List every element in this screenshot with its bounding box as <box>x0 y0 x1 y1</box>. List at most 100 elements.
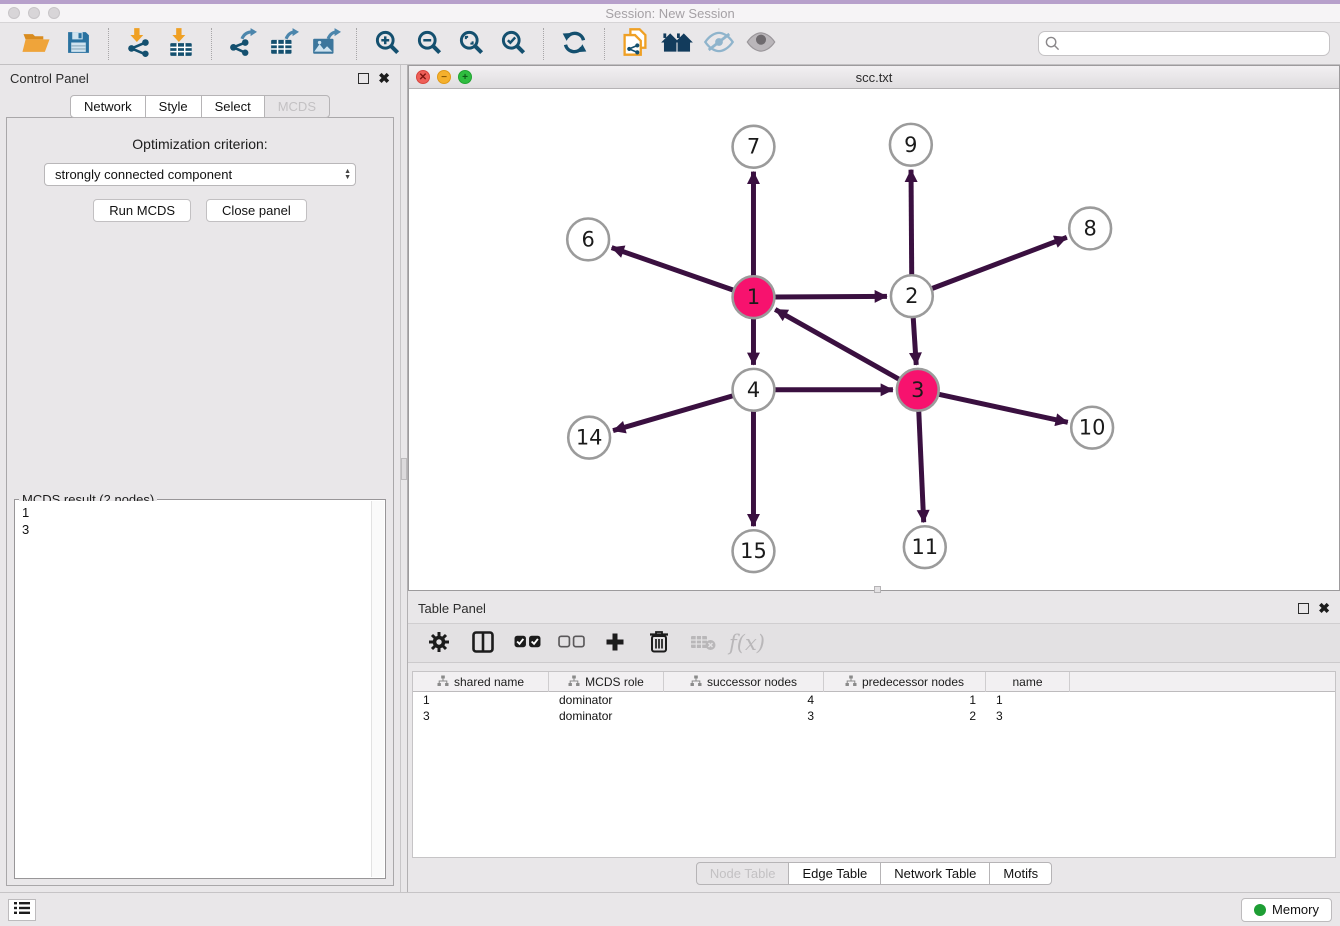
table-cell[interactable]: dominator <box>549 692 664 708</box>
table-cell[interactable]: 3 <box>413 708 549 724</box>
deselect-all-columns-button[interactable] <box>554 627 588 659</box>
show-all-button[interactable] <box>743 27 779 61</box>
graph-node-10[interactable]: 10 <box>1071 406 1113 448</box>
svg-text:15: 15 <box>740 539 767 563</box>
graph-node-4[interactable]: 4 <box>733 368 775 410</box>
graph-node-9[interactable]: 9 <box>890 123 932 165</box>
toolbar-separator <box>604 28 605 60</box>
table-cell[interactable]: dominator <box>549 708 664 724</box>
table-settings-button[interactable] <box>422 627 456 659</box>
tab-network-table[interactable]: Network Table <box>880 862 990 885</box>
close-panel-button[interactable]: Close panel <box>206 199 307 222</box>
close-panel-icon[interactable]: ✖ <box>378 73 390 84</box>
minimize-window-button[interactable] <box>28 7 40 19</box>
run-mcds-button[interactable]: Run MCDS <box>93 199 191 222</box>
create-column-button[interactable] <box>598 627 632 659</box>
hide-selected-button[interactable] <box>701 27 737 61</box>
gear-icon <box>428 631 450 656</box>
clone-network-button[interactable] <box>617 27 653 61</box>
panel-splitter[interactable] <box>400 65 408 892</box>
graph-node-3[interactable]: 3 <box>897 368 939 410</box>
graph-node-7[interactable]: 7 <box>733 125 775 167</box>
zoom-out-button[interactable] <box>411 27 447 61</box>
column-header-MCDS-role[interactable]: MCDS role <box>549 672 664 692</box>
zoom-fit-button[interactable] <box>453 27 489 61</box>
graph-node-15[interactable]: 15 <box>733 530 775 572</box>
select-all-columns-button[interactable] <box>510 627 544 659</box>
frame-close-button[interactable]: ✕ <box>416 70 430 84</box>
search-input[interactable] <box>1038 31 1330 56</box>
edge-3-10[interactable] <box>938 394 1068 422</box>
maximize-window-button[interactable] <box>48 7 60 19</box>
network-window-titlebar[interactable]: ✕ − + scc.txt <box>409 66 1339 89</box>
mcds-result-list[interactable]: 13 <box>16 501 371 877</box>
edge-4-14[interactable] <box>613 395 733 430</box>
column-header-name[interactable]: name <box>986 672 1070 692</box>
graph-node-14[interactable]: 14 <box>568 416 610 458</box>
show-column-panel-button[interactable] <box>466 627 500 659</box>
float-panel-icon[interactable] <box>358 73 369 84</box>
edge-1-6[interactable] <box>612 247 734 290</box>
delete-column-button[interactable] <box>642 627 676 659</box>
result-item[interactable]: 3 <box>22 521 365 538</box>
edge-3-1[interactable] <box>775 309 899 379</box>
graph-node-11[interactable]: 11 <box>904 526 946 568</box>
column-header-predecessor-nodes[interactable]: predecessor nodes <box>824 672 986 692</box>
column-header-successor-nodes[interactable]: successor nodes <box>664 672 824 692</box>
svg-text:1: 1 <box>747 285 760 309</box>
edge-1-2[interactable] <box>774 296 887 297</box>
table-cell[interactable]: 1 <box>824 692 986 708</box>
frame-minimize-button[interactable]: − <box>437 70 451 84</box>
close-window-button[interactable] <box>8 7 20 19</box>
export-network-button[interactable] <box>224 27 260 61</box>
refresh-button[interactable] <box>556 27 592 61</box>
control-panel: Control Panel ✖ NetworkStyleSelectMCDS O… <box>0 65 400 892</box>
float-panel-icon[interactable] <box>1298 603 1309 614</box>
tab-network[interactable]: Network <box>70 95 146 118</box>
table-row[interactable]: 1dominator411 <box>413 692 1335 708</box>
memory-label: Memory <box>1272 902 1319 917</box>
graph-node-8[interactable]: 8 <box>1069 207 1111 249</box>
tree-sort-icon <box>437 675 449 690</box>
export-image-button[interactable] <box>308 27 344 61</box>
network-canvas[interactable]: 7 9 6 8 1 2 4 3 14 10 15 11 <box>409 89 1339 590</box>
graph-node-1[interactable]: 1 <box>733 276 775 318</box>
tab-motifs[interactable]: Motifs <box>989 862 1052 885</box>
table-cell[interactable]: 1 <box>986 692 1070 708</box>
import-table-button[interactable] <box>163 27 199 61</box>
table-cell[interactable]: 1 <box>413 692 549 708</box>
close-panel-icon[interactable]: ✖ <box>1318 603 1330 614</box>
task-history-button[interactable] <box>8 899 36 921</box>
zoom-selected-button[interactable] <box>495 27 531 61</box>
zoom-in-button[interactable] <box>369 27 405 61</box>
graph-node-6[interactable]: 6 <box>567 218 609 260</box>
edge-3-11[interactable] <box>919 410 924 522</box>
toolbar-separator <box>356 28 357 60</box>
result-item[interactable]: 1 <box>22 504 365 521</box>
open-session-button[interactable] <box>18 27 54 61</box>
tab-node-table[interactable]: Node Table <box>696 862 790 885</box>
table-cell[interactable]: 3 <box>664 708 824 724</box>
save-session-button[interactable] <box>60 27 96 61</box>
edge-2-3[interactable] <box>913 317 916 365</box>
table-cell[interactable]: 2 <box>824 708 986 724</box>
tab-select[interactable]: Select <box>201 95 265 118</box>
criterion-select[interactable]: strongly connected component ▲▼ <box>44 163 356 186</box>
graph-node-2[interactable]: 2 <box>891 275 933 317</box>
frame-resize-grip[interactable] <box>874 586 881 593</box>
table-row[interactable]: 3dominator323 <box>413 708 1335 724</box>
export-table-button[interactable] <box>266 27 302 61</box>
result-scrollbar[interactable] <box>371 501 384 877</box>
edge-2-8[interactable] <box>931 237 1066 288</box>
edge-2-9[interactable] <box>911 169 912 275</box>
memory-button[interactable]: Memory <box>1241 898 1332 922</box>
tab-mcds[interactable]: MCDS <box>264 95 330 118</box>
frame-maximize-button[interactable]: + <box>458 70 472 84</box>
table-cell[interactable]: 4 <box>664 692 824 708</box>
table-cell[interactable]: 3 <box>986 708 1070 724</box>
column-header-shared-name[interactable]: shared name <box>413 672 549 692</box>
import-network-button[interactable] <box>121 27 157 61</box>
tab-style[interactable]: Style <box>145 95 202 118</box>
houses-button[interactable] <box>659 27 695 61</box>
tab-edge-table[interactable]: Edge Table <box>788 862 881 885</box>
